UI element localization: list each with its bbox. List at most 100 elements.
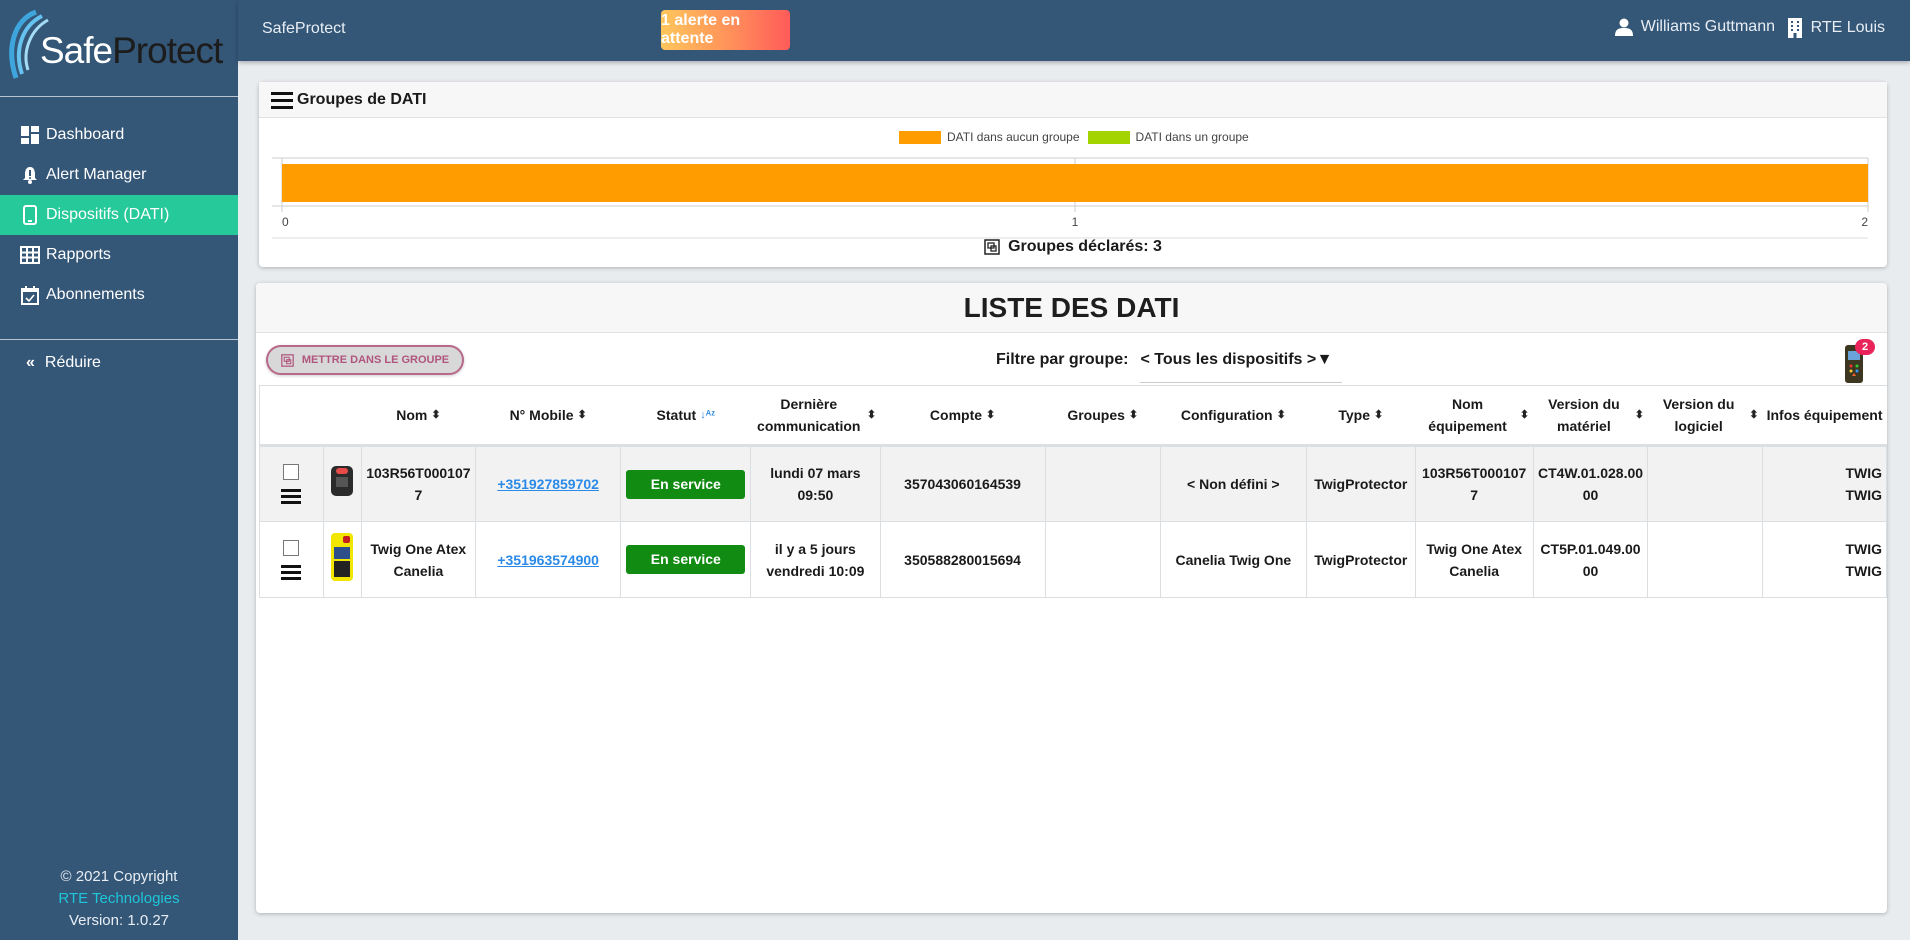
sort-alpha-down-icon[interactable]: ↓ᴬᶻ [700, 404, 715, 426]
cell-derniere-communication: lundi 07 mars 09:50 [750, 445, 881, 522]
column-header-infos-equipement: Infos équipement [1762, 385, 1887, 447]
column-header-statut[interactable]: Statut ↓ᴬᶻ [620, 385, 751, 447]
cell-infos-equipement: TWIG TWIG [1762, 521, 1887, 598]
bell-icon [20, 165, 40, 185]
sidebar-item-dashboard[interactable]: Dashboard [0, 115, 238, 155]
column-header-version-logiciel[interactable]: Version du logiciel ⬍ [1647, 385, 1763, 447]
sort-icon[interactable]: ⬍ [1635, 404, 1644, 426]
device-image-cell [322, 521, 362, 598]
group-filter-select[interactable]: < Tous les dispositifs > ▼ [1140, 347, 1343, 383]
logo[interactable]: SafeProtect [0, 0, 238, 97]
company-name: RTE Louis [1810, 19, 1885, 36]
column-label: Statut [656, 407, 697, 423]
sidebar-item-rapports[interactable]: Rapports [0, 235, 238, 275]
cell-statut: En service [620, 521, 752, 598]
cell-version-materiel: CT4W.01.028.0000 [1532, 445, 1649, 522]
sort-icon[interactable]: ⬍ [1749, 404, 1758, 426]
sidebar-item-label: Abonnements [46, 286, 145, 303]
infos-line: TWIG [1845, 540, 1882, 557]
cell-type: TwigProtector [1305, 445, 1416, 522]
cell-version-materiel: CT5P.01.049.0000 [1532, 521, 1649, 598]
column-label: Dernière communication [757, 396, 861, 434]
legend-swatch [1087, 130, 1130, 144]
sort-icon[interactable]: ⬍ [578, 404, 587, 426]
copyright-text: © 2021 Copyright [60, 868, 178, 885]
infos-line: TWIG [1845, 465, 1882, 481]
cell-nom-equipement: 103R56T0001077 [1414, 445, 1534, 522]
row-checkbox[interactable] [283, 539, 300, 556]
table-row[interactable]: Twig One Atex Canelia +351963574900 En s… [259, 521, 1887, 598]
legend-item[interactable]: DATI dans un groupe [1087, 130, 1249, 144]
column-header-mobile[interactable]: N° Mobile ⬍ [475, 385, 621, 447]
table-header-row: Nom ⬍ N° Mobile ⬍ Statut ↓ᴬᶻ Dernière commu… [259, 385, 1887, 447]
legend-item[interactable]: DATI dans aucun groupe [899, 130, 1080, 144]
pending-alert-button[interactable]: 1 alerte en attente [661, 10, 790, 50]
column-label: Version du logiciel [1662, 396, 1735, 434]
company-link[interactable]: RTE Technologies [0, 888, 238, 910]
cell-nom: 103R56T0001077 [360, 445, 476, 522]
sort-icon[interactable]: ⬍ [431, 404, 440, 426]
phone-link[interactable]: +351927859702 [497, 476, 599, 492]
sidebar-footer: © 2021 Copyright RTE Technologies Versio… [0, 866, 238, 932]
row-checkbox[interactable] [283, 464, 300, 480]
bar-dati-dans-aucun-groupe[interactable] [282, 164, 1868, 202]
sort-icon[interactable]: ⬍ [1520, 404, 1529, 426]
device-count-button[interactable]: 2 [1839, 337, 1875, 383]
sidebar-item-dispositifs[interactable]: Dispositifs (DATI) [0, 195, 238, 235]
column-header-groupes[interactable]: Groupes ⬍ [1045, 385, 1161, 447]
list-title: LISTE DES DATI [256, 283, 1887, 333]
column-header-version-materiel[interactable]: Version du matériel ⬍ [1533, 385, 1648, 447]
groups-declared: Groupes déclarés: 3 [259, 238, 1887, 256]
row-menu-icon[interactable] [281, 488, 302, 504]
column-header-configuration[interactable]: Configuration ⬍ [1160, 385, 1307, 447]
dropdown-arrow-icon: ▼ [1316, 351, 1333, 368]
twig-protector-device-image [331, 466, 354, 496]
column-header-derniere-communication[interactable]: Dernière communication ⬍ [750, 385, 881, 447]
phone-link[interactable]: +351963574900 [497, 552, 599, 568]
cell-configuration: < Non défini > [1159, 445, 1307, 522]
sort-icon[interactable]: ⬍ [1277, 404, 1286, 426]
column-header-nom[interactable]: Nom ⬍ [361, 385, 476, 447]
column-label: Nom équipement [1428, 396, 1507, 434]
column-header-compte[interactable]: Compte ⬍ [880, 385, 1046, 447]
company-menu[interactable]: RTE Louis [1787, 18, 1885, 38]
row-menu-icon[interactable] [281, 564, 302, 580]
column-header-nom-equipement[interactable]: Nom équipement ⬍ [1415, 385, 1534, 447]
sort-icon[interactable]: ⬍ [867, 404, 876, 426]
cell-compte: 357043060164539 [879, 445, 1046, 522]
column-label: Type [1338, 407, 1370, 423]
status-badge: En service [626, 469, 746, 499]
hamburger-icon[interactable] [271, 90, 293, 110]
add-to-group-button[interactable]: METTRE DANS LE GROUPE [266, 345, 464, 375]
version-text: Version: 1.0.27 [68, 912, 170, 929]
sort-icon[interactable]: ⬍ [1129, 404, 1138, 426]
building-icon [1787, 18, 1802, 38]
device-image-cell [322, 445, 362, 522]
app-name: SafeProtect [262, 20, 346, 37]
table-row[interactable]: 103R56T0001077 +351927859702 En service … [259, 445, 1887, 522]
device-count-badge: 2 [1855, 339, 1875, 355]
sidebar-item-alert-manager[interactable]: Alert Manager [0, 155, 238, 195]
column-header-image [323, 385, 362, 447]
sort-icon[interactable]: ⬍ [986, 404, 995, 426]
sidebar-item-label: Alert Manager [46, 166, 147, 183]
sidebar-item-abonnements[interactable]: Abonnements [0, 275, 238, 315]
top-bar: SafeProtect 1 alerte en attente Williams… [238, 0, 1910, 61]
logo-text: SafeProtect [40, 30, 223, 72]
groups-bar-chart: 0 1 2 [272, 157, 1869, 239]
groups-card-title: Groupes de DATI [297, 90, 427, 108]
logo-safe: Safe [40, 30, 113, 71]
user-menu[interactable]: Williams Guttmann [1614, 18, 1775, 36]
groups-declared-label: Groupes déclarés: [1008, 238, 1149, 255]
reduce-label: Réduire [44, 354, 101, 371]
cell-nom-equipement: Twig One Atex Canelia [1414, 521, 1534, 598]
infos-line: TWIG [1845, 562, 1882, 579]
reduce-sidebar-button[interactable]: « Réduire [0, 343, 238, 383]
legend-swatch [899, 130, 941, 144]
row-select-cell [259, 445, 324, 522]
sort-icon[interactable]: ⬍ [1374, 404, 1383, 426]
x-tick-label: 2 [1861, 215, 1868, 229]
column-header-type[interactable]: Type ⬍ [1306, 385, 1416, 447]
x-tick-label: 0 [282, 215, 289, 229]
cell-version-logiciel [1647, 521, 1763, 598]
